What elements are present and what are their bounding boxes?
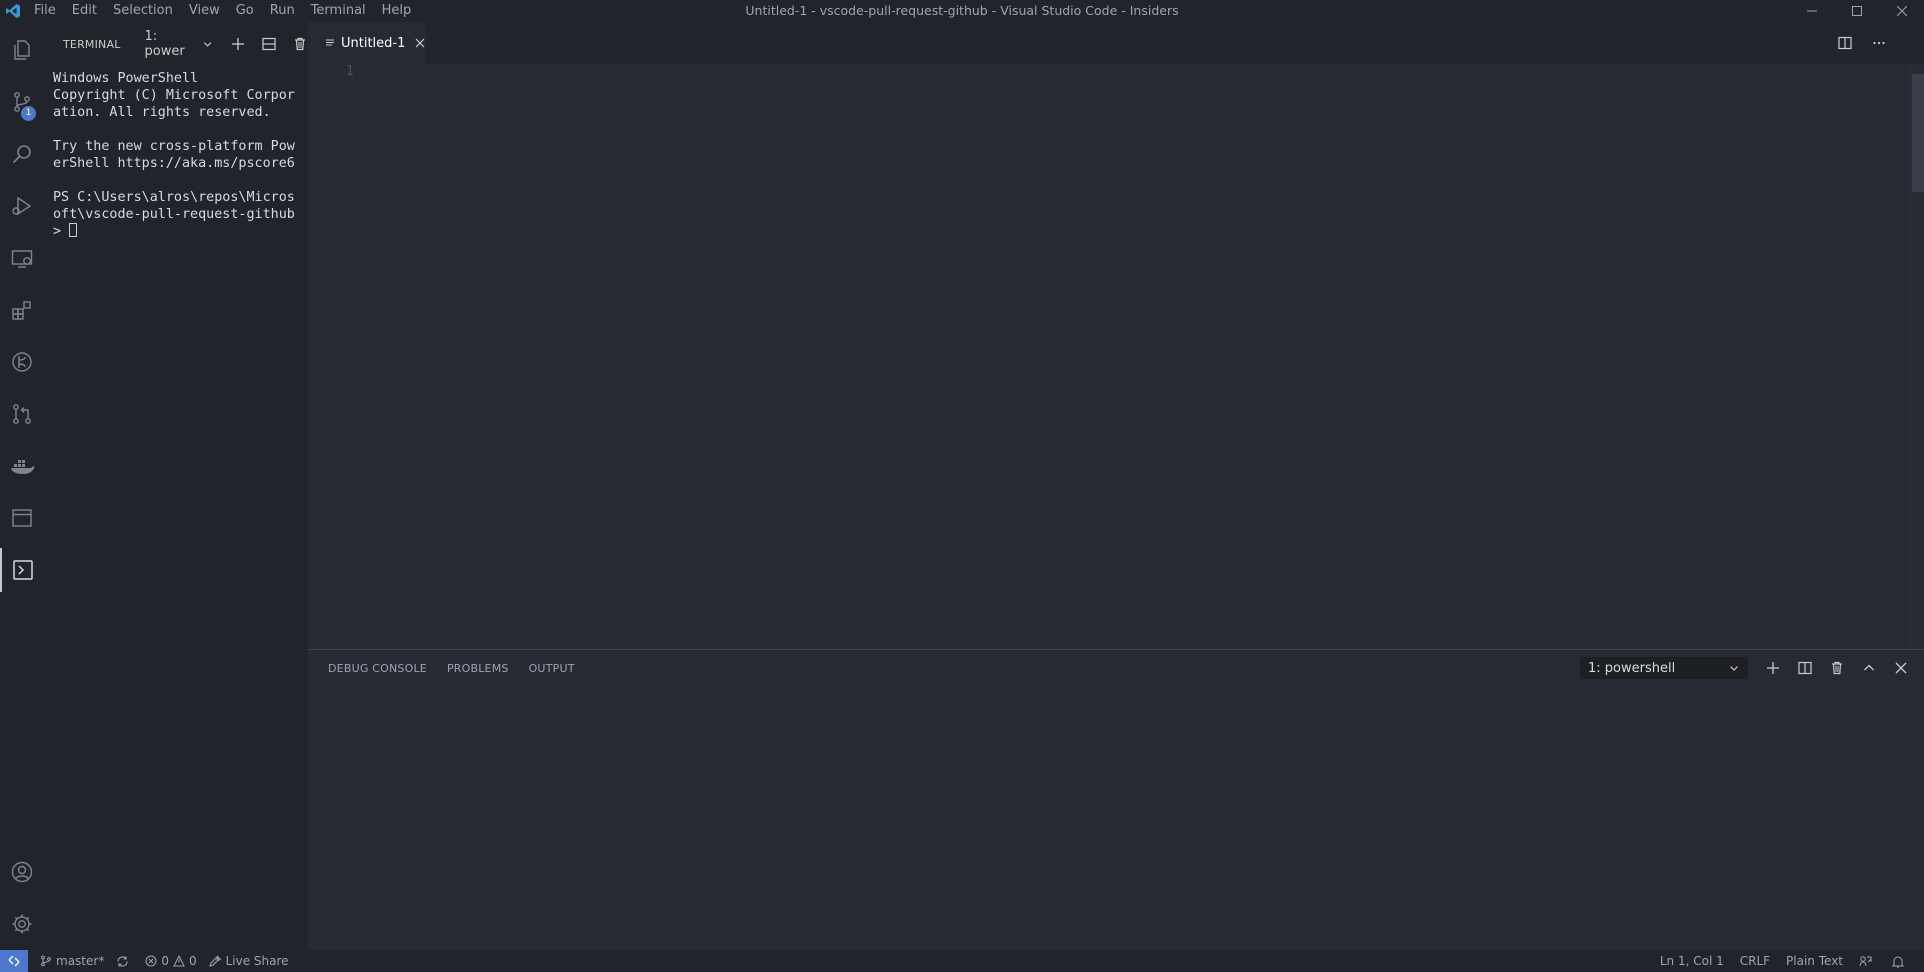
timeline-icon[interactable] <box>0 340 44 384</box>
panel-terminal-select[interactable]: 1: powershell <box>1580 657 1748 679</box>
scrollbar-thumb[interactable] <box>1912 74 1924 192</box>
minimize-icon[interactable] <box>1789 0 1834 22</box>
tab-close-icon[interactable] <box>415 38 425 48</box>
warning-icon <box>173 955 185 967</box>
panel-terminal-select-value: 1: powershell <box>1588 660 1676 676</box>
chevron-down-icon <box>1730 666 1738 671</box>
close-icon[interactable] <box>1879 0 1924 22</box>
bottom-panel: DEBUG CONSOLE PROBLEMS OUTPUT 1: powersh… <box>308 649 1924 950</box>
source-control-badge: 1 <box>21 106 36 121</box>
sidebar-terminal-view: TERMINAL 1: power Windows PowerShell Copy… <box>44 22 308 950</box>
git-branch-icon <box>41 955 51 967</box>
editor-scrollbar[interactable] <box>1910 64 1924 649</box>
cursor-position[interactable]: Ln 1, Col 1 <box>1660 954 1724 968</box>
terminal-line: Windows PowerShell <box>53 71 199 86</box>
terminal-line: ation. All rights reserved. <box>53 105 271 120</box>
sync-icon[interactable] <box>116 955 133 968</box>
live-share-status[interactable]: Live Share <box>208 954 289 968</box>
remote-explorer-icon[interactable] <box>0 236 44 280</box>
accounts-icon[interactable] <box>0 850 44 894</box>
trash-icon[interactable] <box>291 35 308 53</box>
plain-text-file-icon <box>326 39 334 46</box>
line-number: 1 <box>346 64 354 79</box>
terminal-icon[interactable] <box>0 548 44 592</box>
terminal-cursor <box>69 223 78 237</box>
remote-indicator-icon[interactable] <box>0 950 28 972</box>
title-bar: File Edit Selection View Go Run Terminal… <box>0 0 1924 22</box>
notifications-bell-icon[interactable] <box>1892 955 1908 968</box>
tab-debug-console[interactable]: DEBUG CONSOLE <box>328 662 427 675</box>
menu-help[interactable]: Help <box>374 0 420 22</box>
maximize-icon[interactable] <box>1834 0 1879 22</box>
branch-status[interactable]: master* <box>40 954 104 968</box>
error-icon <box>145 955 157 967</box>
run-debug-icon[interactable] <box>0 184 44 228</box>
tab-untitled-1[interactable]: Untitled-1 <box>308 22 426 64</box>
menu-file[interactable]: File <box>26 0 64 22</box>
settings-icon[interactable] <box>0 902 44 946</box>
tab-output[interactable]: OUTPUT <box>529 662 575 675</box>
terminal-line: Copyright (C) Microsoft Corpor <box>53 88 295 103</box>
menu-terminal[interactable]: Terminal <box>303 0 374 22</box>
search-icon[interactable] <box>0 132 44 176</box>
panel-tabs: DEBUG CONSOLE PROBLEMS OUTPUT <box>328 650 595 686</box>
terminal-line: PS C:\Users\alros\repos\Micros <box>53 190 295 205</box>
terminal-line: oft\vscode-pull-request-github <box>53 207 295 222</box>
status-bar: master* 0 0 Live Share Ln 1, Col 1 CRLF … <box>0 950 1924 972</box>
menu-edit[interactable]: Edit <box>64 0 105 22</box>
terminal-output[interactable]: Windows PowerShell Copyright (C) Microsof… <box>44 66 308 240</box>
tab-problems[interactable]: PROBLEMS <box>447 662 509 675</box>
menu-view[interactable]: View <box>181 0 228 22</box>
sidebar-header: TERMINAL 1: power <box>44 22 308 66</box>
more-actions-icon[interactable] <box>1870 34 1888 52</box>
menu-bar: File Edit Selection View Go Run Terminal… <box>26 0 419 22</box>
chevron-up-icon[interactable] <box>1860 659 1878 677</box>
warning-count: 0 <box>188 954 197 968</box>
language-mode[interactable]: Plain Text <box>1786 954 1843 968</box>
split-editor-icon[interactable] <box>1836 34 1854 52</box>
live-share-label: Live Share <box>225 954 289 968</box>
panel-actions: 1: powershell <box>1580 650 1924 686</box>
status-bar-right: Ln 1, Col 1 CRLF Plain Text <box>1660 950 1924 972</box>
editor-tab-bar: Untitled-1 <box>308 22 1924 64</box>
new-terminal-icon[interactable] <box>229 35 246 53</box>
terminal-prompt-line: > <box>53 223 308 240</box>
close-panel-icon[interactable] <box>1892 659 1910 677</box>
menu-run[interactable]: Run <box>262 0 303 22</box>
terminal-select[interactable]: 1: power <box>145 29 214 59</box>
split-terminal-icon[interactable] <box>1796 659 1814 677</box>
split-terminal-icon[interactable] <box>260 35 277 53</box>
sidebar-title: TERMINAL <box>63 37 121 51</box>
menu-go[interactable]: Go <box>228 0 262 22</box>
terminal-line: Try the new cross-platform Pow <box>53 139 295 154</box>
explorer-icon[interactable] <box>0 28 44 72</box>
eol-status[interactable]: CRLF <box>1740 954 1770 968</box>
chevron-down-icon <box>203 42 212 47</box>
vscode-window: File Edit Selection View Go Run Terminal… <box>0 0 1924 972</box>
editor-actions <box>1820 34 1888 52</box>
problems-status[interactable]: 0 0 <box>145 954 197 968</box>
branch-name: master* <box>56 954 105 968</box>
feedback-icon[interactable] <box>1859 955 1876 968</box>
tab-label: Untitled-1 <box>341 35 406 51</box>
menu-selection[interactable]: Selection <box>105 0 181 22</box>
new-terminal-icon[interactable] <box>1764 659 1782 677</box>
extensions-icon[interactable] <box>0 288 44 332</box>
terminal-select-value: 1: power <box>144 29 185 59</box>
trash-icon[interactable] <box>1828 659 1846 677</box>
activity-bar: 1 <box>0 22 44 950</box>
terminal-line: erShell https://aka.ms/pscore6 <box>53 156 295 171</box>
vscode-logo-icon <box>0 0 26 22</box>
docker-icon[interactable] <box>0 444 44 488</box>
live-share-icon <box>208 955 221 967</box>
error-count: 0 <box>161 954 169 968</box>
source-control-icon[interactable]: 1 <box>0 80 44 124</box>
browser-icon[interactable] <box>0 496 44 540</box>
terminal-prompt: > <box>53 224 70 239</box>
window-controls <box>1789 0 1924 22</box>
editor-area[interactable]: 1 <box>308 64 1924 649</box>
pull-requests-icon[interactable] <box>0 392 44 436</box>
